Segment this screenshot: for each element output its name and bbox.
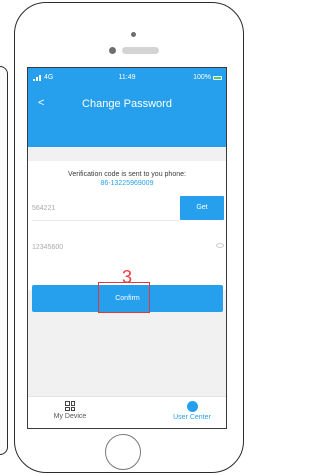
bottom-tab-bar: My Device User Center [28,396,226,428]
eye-icon[interactable] [216,243,224,248]
front-camera-icon [131,32,136,37]
page-title: Change Password [82,98,172,110]
get-code-button[interactable]: Get [180,196,224,220]
password-value: 12345600 [32,244,64,251]
verification-message: Verification code is sent to you phone: [68,171,186,178]
tab-label: User Center [173,414,211,421]
battery-percent: 100% [193,74,211,81]
user-icon [186,401,198,412]
tab-user-center[interactable]: User Center [162,401,222,421]
change-password-form: Verification code is sent to you phone: … [28,161,226,290]
confirm-highlight-box [98,282,150,313]
adjacent-phone-edge [0,66,8,455]
battery-status: 100% [193,74,222,81]
new-password-input[interactable]: 12345600 [32,235,224,260]
sensor-icon [109,47,116,54]
app-header: 4G 11:49 100% < Change Password [28,68,226,147]
verification-code-input[interactable]: 564221 [32,196,180,221]
grid-icon [65,401,75,411]
phone-number: 86-13225969009 [100,180,154,187]
battery-icon [213,75,222,80]
verification-notice: Verification code is sent to you phone: … [28,170,226,188]
app-screen: 4G 11:49 100% < Change Password Verifica… [27,67,227,429]
earpiece-speaker [122,47,159,54]
home-button[interactable] [105,434,141,470]
tab-label: My Device [53,413,87,420]
tab-my-device[interactable]: My Device [40,401,100,420]
